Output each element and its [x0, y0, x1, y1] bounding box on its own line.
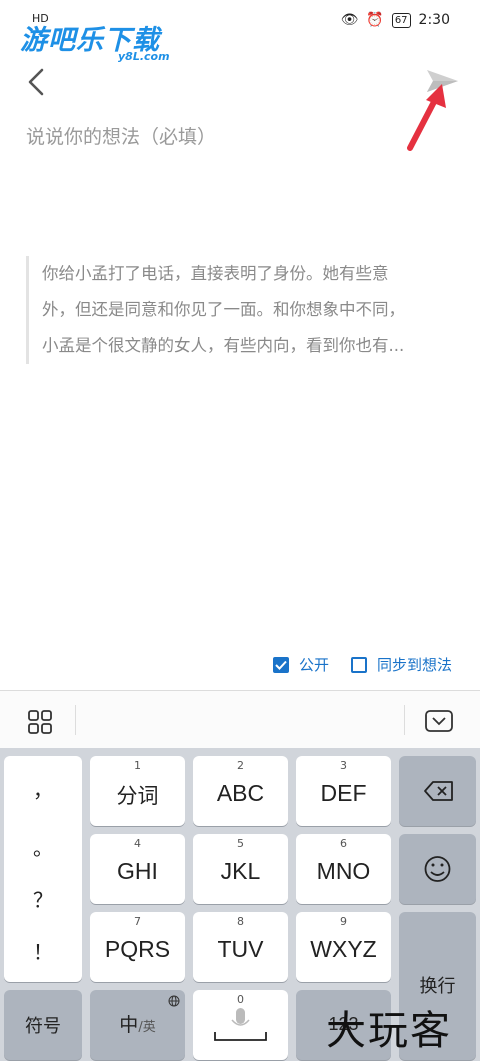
backspace-icon — [424, 781, 453, 801]
backspace-key[interactable] — [399, 756, 476, 826]
lang-main: 中 — [119, 1014, 139, 1036]
sync-checkbox[interactable] — [350, 656, 367, 673]
emoji-icon — [424, 856, 451, 882]
key-1[interactable]: 1 分词 — [90, 756, 185, 826]
key-8[interactable]: 8 TUV — [193, 912, 288, 982]
key-2[interactable]: 2 ABC — [193, 756, 288, 826]
language-switch-key[interactable]: 中/英 — [90, 990, 185, 1060]
hide-keyboard-button[interactable] — [424, 708, 454, 734]
public-checkbox[interactable] — [272, 656, 289, 673]
lang-sub: /英 — [138, 1020, 156, 1035]
quoted-excerpt: 你给小孟打了电话，直接表明了身份。她有些意 外，但还是同意和你见了一面。和你想象… — [26, 256, 456, 364]
watermark-bottom: 大玩客 — [326, 1008, 452, 1054]
alarm-icon: ⏰ — [366, 12, 384, 28]
grid-icon — [28, 710, 52, 734]
space-key[interactable]: 0 — [193, 990, 288, 1060]
key-4[interactable]: 4 GHI — [90, 834, 185, 904]
battery-indicator: 67 — [391, 12, 411, 28]
back-chevron-icon — [28, 68, 44, 96]
key-9[interactable]: 9 WXYZ — [296, 912, 391, 982]
punctuation-column[interactable]: ， 。 ？ ！ — [4, 756, 82, 982]
annotation-arrow — [407, 84, 446, 151]
toolbar-divider — [75, 705, 76, 735]
key-3[interactable]: 3 DEF — [296, 756, 391, 826]
key-7[interactable]: 7 PQRS — [90, 912, 185, 982]
grid-button[interactable] — [26, 708, 54, 736]
punct-question[interactable]: ？ — [4, 884, 82, 913]
punct-period[interactable]: 。 — [4, 832, 82, 861]
status-right: 👁 ⏰ 67 2:30 — [341, 12, 450, 28]
quote-line: 外，但还是同意和你见了一面。和你想象中不同， — [42, 300, 405, 319]
post-options: 公开 同步到想法 — [272, 654, 452, 675]
public-label[interactable]: 公开 — [299, 654, 329, 675]
keyboard-toolbar — [0, 690, 480, 748]
quote-line: 你给小孟打了电话，直接表明了身份。她有些意 — [42, 264, 389, 283]
toolbar-divider — [404, 705, 405, 735]
eye-icon: 👁 — [340, 12, 359, 28]
emoji-key[interactable] — [399, 834, 476, 904]
quote-line: 小孟是个很文静的女人，有些内向，看到你也有... — [42, 336, 405, 355]
watermark-logo-sub: y8L.com — [118, 50, 170, 63]
keyboard-hide-icon — [425, 710, 453, 732]
key-5[interactable]: 5 JKL — [193, 834, 288, 904]
symbol-key[interactable]: 符号 — [4, 990, 82, 1060]
check-icon — [275, 660, 287, 670]
key-6[interactable]: 6 MNO — [296, 834, 391, 904]
thought-input[interactable]: 说说你的想法（必填） — [26, 122, 216, 149]
globe-icon — [168, 995, 180, 1007]
back-button[interactable] — [24, 64, 54, 100]
punct-comma[interactable]: ， — [4, 774, 82, 803]
punct-exclaim[interactable]: ！ — [4, 936, 82, 965]
sync-label[interactable]: 同步到想法 — [377, 654, 452, 675]
status-time: 2:30 — [418, 12, 450, 28]
